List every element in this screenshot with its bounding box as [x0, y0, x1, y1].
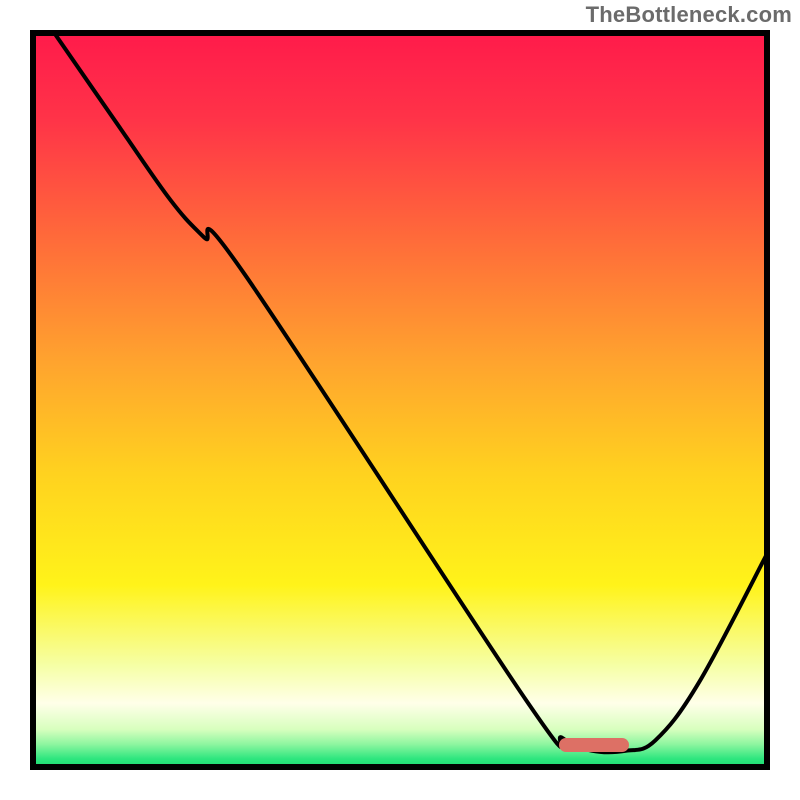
plot-border — [30, 30, 770, 770]
watermark-text: TheBottleneck.com — [586, 2, 792, 28]
chart-stage: TheBottleneck.com — [0, 0, 800, 800]
plot-frame — [30, 30, 770, 770]
